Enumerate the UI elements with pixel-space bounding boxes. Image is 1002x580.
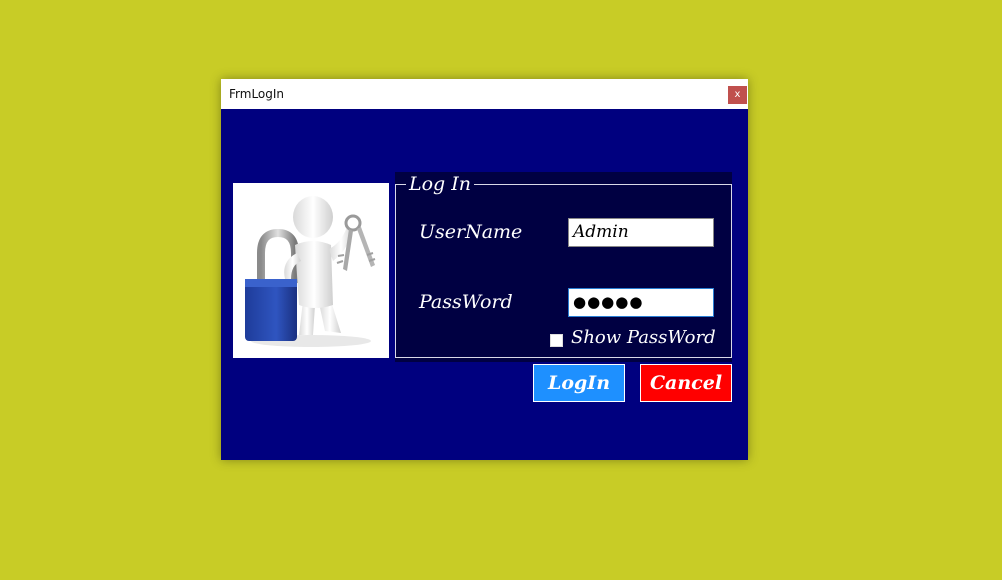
show-password-checkbox[interactable] — [550, 334, 563, 347]
username-input[interactable]: Admin — [568, 218, 714, 247]
title-bar[interactable]: FrmLogIn x — [221, 79, 748, 109]
login-panel: Log In UserName Admin PassWord ●●●●● Sho… — [395, 172, 732, 362]
login-groupbox: Log In UserName Admin PassWord ●●●●● Sho… — [395, 173, 732, 358]
login-window: FrmLogIn x Log In UserName Admin PassWor… — [221, 79, 748, 460]
window-title: FrmLogIn — [229, 87, 285, 101]
cancel-button[interactable]: Cancel — [640, 364, 732, 402]
login-group-title: Log In — [406, 173, 475, 195]
password-input[interactable]: ●●●●● — [568, 288, 714, 317]
password-label: PassWord — [419, 291, 513, 313]
show-password-label[interactable]: Show PassWord — [571, 327, 716, 348]
person-with-padlock-icon — [245, 196, 376, 347]
login-button[interactable]: LogIn — [533, 364, 625, 402]
login-illustration — [233, 183, 389, 358]
close-button[interactable]: x — [728, 86, 747, 104]
username-label: UserName — [419, 221, 523, 243]
